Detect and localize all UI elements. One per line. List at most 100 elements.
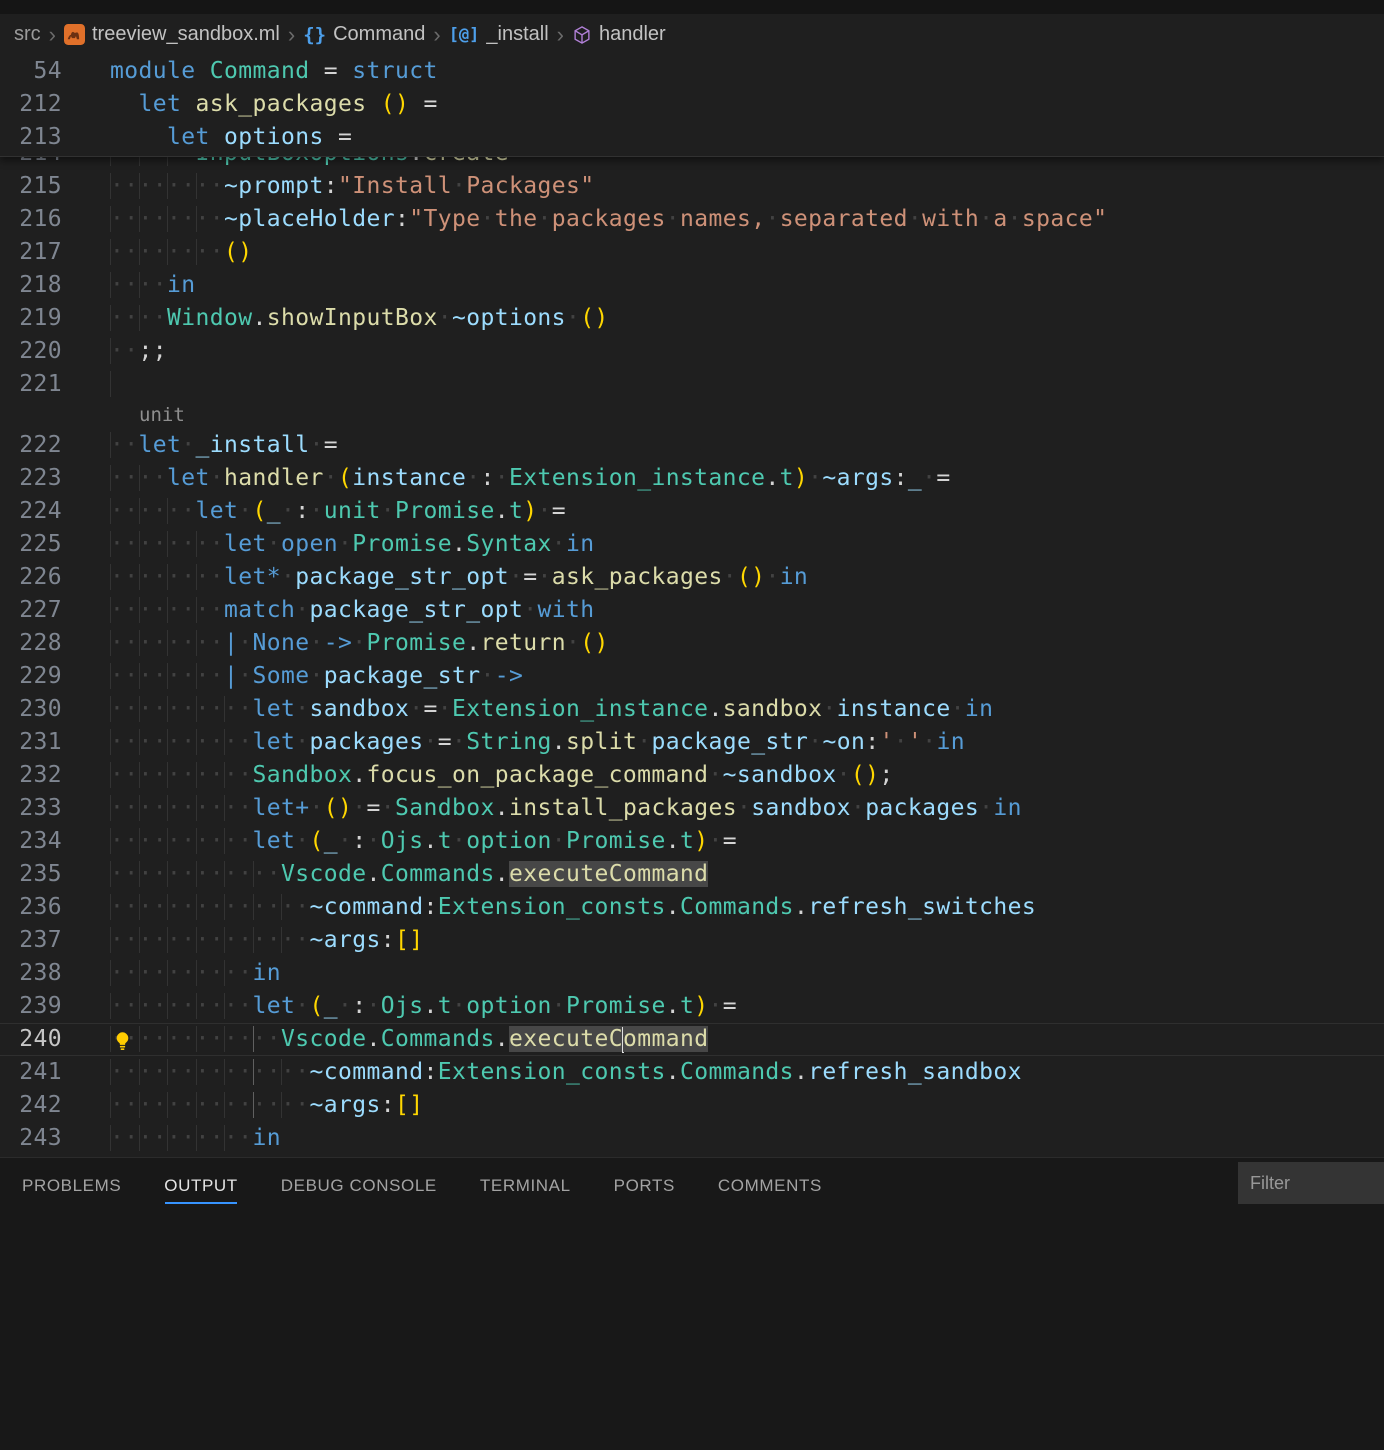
code-line[interactable]: 234 ··········let·(_·:·Ojs.t·option·Promi…: [0, 825, 1384, 858]
symbol-method-icon: [572, 25, 592, 45]
code-line[interactable]: 229 ········|·Some·package_str·->: [0, 660, 1384, 693]
code-line[interactable]: 220··;;: [0, 335, 1384, 368]
breadcrumb-item-treeview-sandbox-ml[interactable]: treeview_sandbox.ml: [64, 23, 280, 46]
code-editor[interactable]: 214······InputBoxOptions.create215······…: [0, 0, 1384, 1157]
line-number: 230: [0, 693, 62, 726]
code-line[interactable]: 219 ····Window.showInputBox·~options·(): [0, 302, 1384, 335]
code-text: ········(): [110, 236, 253, 269]
panel-tab-ports[interactable]: PORTS: [614, 1158, 675, 1214]
code-line[interactable]: 238··········in: [0, 957, 1384, 990]
code-line[interactable]: 223 ····let·handler·(instance·:·Extension…: [0, 462, 1384, 495]
code-line[interactable]: 226 ········let*·package_str_opt·=·ask_pa…: [0, 561, 1384, 594]
line-number: 223: [0, 462, 62, 495]
code-text: ··············~command:Extension_consts.…: [110, 1056, 1022, 1089]
line-number: 226: [0, 561, 62, 594]
code-line[interactable]: 230 ··········let·sandbox·=·Extension_ins…: [0, 693, 1384, 726]
editor-top-strip: [0, 0, 1384, 14]
code-text: ··········let·packages·=·String.split·pa…: [110, 726, 965, 759]
panel-tab-output[interactable]: OUTPUT: [164, 1158, 237, 1214]
breadcrumb-separator-icon: ›: [557, 24, 564, 46]
line-number: 236: [0, 891, 62, 924]
line-number: 227: [0, 594, 62, 627]
line-number: 216: [0, 203, 62, 236]
code-text: ········let*·package_str_opt·=·ask_packa…: [110, 561, 808, 594]
code-text: ········|·Some·package_str·->: [110, 660, 523, 693]
filter-input[interactable]: [1238, 1162, 1384, 1204]
code-line[interactable]: 240············Vscode.Commands.executeCo…: [0, 1023, 1384, 1056]
sticky-lines: 54 module·Command·=·struct 212 ··let·ask_pa…: [0, 55, 1384, 154]
code-line[interactable]: 242··············~args:[]: [0, 1089, 1384, 1122]
line-number: 220: [0, 335, 62, 368]
code-line[interactable]: 241··············~command:Extension_cons…: [0, 1056, 1384, 1089]
breadcrumb-label: _install: [486, 23, 548, 46]
line-number: 54: [0, 55, 62, 88]
panel-tab-comments[interactable]: COMMENTS: [718, 1158, 822, 1214]
code-line[interactable]: 233 ··········let+·()·=·Sandbox.install_p…: [0, 792, 1384, 825]
panel-tab-debug-console[interactable]: DEBUG CONSOLE: [281, 1158, 437, 1214]
code-line[interactable]: 222··let·_install·=: [0, 429, 1384, 462]
ocaml-file-icon: [64, 24, 85, 45]
line-number: 213: [0, 121, 62, 154]
code-line[interactable]: 216 ········~placeHolder:"Type·the·packag…: [0, 203, 1384, 236]
code-line[interactable]: 228 ········|·None·->·Promise.return·(): [0, 627, 1384, 660]
sticky-code-line[interactable]: 54 module·Command·=·struct: [0, 55, 1384, 88]
code-line[interactable]: 232··········Sandbox.focus_on_package_co…: [0, 759, 1384, 792]
code-text: ········|·None·->·Promise.return·(): [110, 627, 609, 660]
code-line[interactable]: 218 ····in: [0, 269, 1384, 302]
symbol-namespace-icon: {}: [303, 24, 326, 46]
code-line[interactable]: 215········~prompt:"Install·Packages": [0, 170, 1384, 203]
code-line[interactable]: 236··············~command:Extension_cons…: [0, 891, 1384, 924]
breadcrumb-separator-icon: ›: [433, 24, 440, 46]
code-text: module·Command·=·struct: [110, 55, 438, 88]
breadcrumb-label: treeview_sandbox.ml: [92, 23, 280, 46]
code-line[interactable]: 221: [0, 368, 1384, 401]
sticky-code-line[interactable]: 212 ··let·ask_packages·()·=: [0, 88, 1384, 121]
line-number: 218: [0, 269, 62, 302]
line-number: 233: [0, 792, 62, 825]
breadcrumb-item-command[interactable]: {} Command: [303, 23, 425, 46]
code-line[interactable]: 239··········let·(_·:·Ojs.t·option·Promi…: [0, 990, 1384, 1023]
breadcrumb-label: Command: [333, 23, 425, 46]
code-line[interactable]: 224 ······let·(_·:·unit·Promise.t)·=: [0, 495, 1384, 528]
code-line[interactable]: 217········(): [0, 236, 1384, 269]
panel-tab-terminal[interactable]: TERMINAL: [480, 1158, 571, 1214]
code-line[interactable]: 227········match·package_str_opt·with: [0, 594, 1384, 627]
line-number: 228: [0, 627, 62, 660]
lightbulb-icon[interactable]: [112, 1029, 133, 1050]
line-number: 219: [0, 302, 62, 335]
code-line[interactable]: 231 ··········let·packages·=·String.split…: [0, 726, 1384, 759]
code-line[interactable]: 243··········in: [0, 1122, 1384, 1155]
code-text: ··········let·(_·:·Ojs.t·option·Promise.…: [110, 825, 737, 858]
code-text: ··········in: [110, 957, 281, 990]
line-number: 212: [0, 88, 62, 121]
breadcrumb-item-handler[interactable]: handler: [572, 23, 666, 46]
code-text: ············Vscode.Commands.executeComma…: [110, 858, 708, 891]
line-number: 235: [0, 858, 62, 891]
code-text: ········let·open·Promise.Syntax·in: [110, 528, 594, 561]
code-text: ····let·handler·(instance·:·Extension_in…: [110, 462, 951, 495]
line-number: 234: [0, 825, 62, 858]
panel-tab-problems[interactable]: PROBLEMS: [22, 1158, 121, 1214]
line-number: 231: [0, 726, 62, 759]
code-text: ········~placeHolder:"Type·the·packages·…: [110, 203, 1107, 236]
code-line[interactable]: 225········let·open·Promise.Syntax·in: [0, 528, 1384, 561]
line-number: 229: [0, 660, 62, 693]
code-text: ····Window.showInputBox·~options·(): [110, 302, 609, 335]
code-text: ······let·(_·:·unit·Promise.t)·=: [110, 495, 566, 528]
code-line[interactable]: 237··············~args:[]: [0, 924, 1384, 957]
code-line[interactable]: 235 ············Vscode.Commands.executeCo…: [0, 858, 1384, 891]
breadcrumb-item-src[interactable]: src: [14, 23, 41, 46]
code-text: ····in: [110, 269, 196, 302]
line-number: 224: [0, 495, 62, 528]
line-number: 232: [0, 759, 62, 792]
code-text: ··············~args:[]: [110, 924, 424, 957]
code-text: ····let·options·=: [110, 121, 352, 154]
symbol-object-icon: [@]: [449, 25, 480, 45]
code-text: ··········let·sandbox·=·Extension_instan…: [110, 693, 993, 726]
code-text: ········~prompt:"Install·Packages": [110, 170, 594, 203]
code-text: ··········let+·()·=·Sandbox.install_pack…: [110, 792, 1022, 825]
code-text: ··let·ask_packages·()·=: [110, 88, 438, 121]
sticky-code-line[interactable]: 213 ····let·options·=: [0, 121, 1384, 154]
code-text: ··············~args:[]: [110, 1089, 424, 1122]
breadcrumb-item--install[interactable]: [@] _install: [449, 23, 549, 46]
